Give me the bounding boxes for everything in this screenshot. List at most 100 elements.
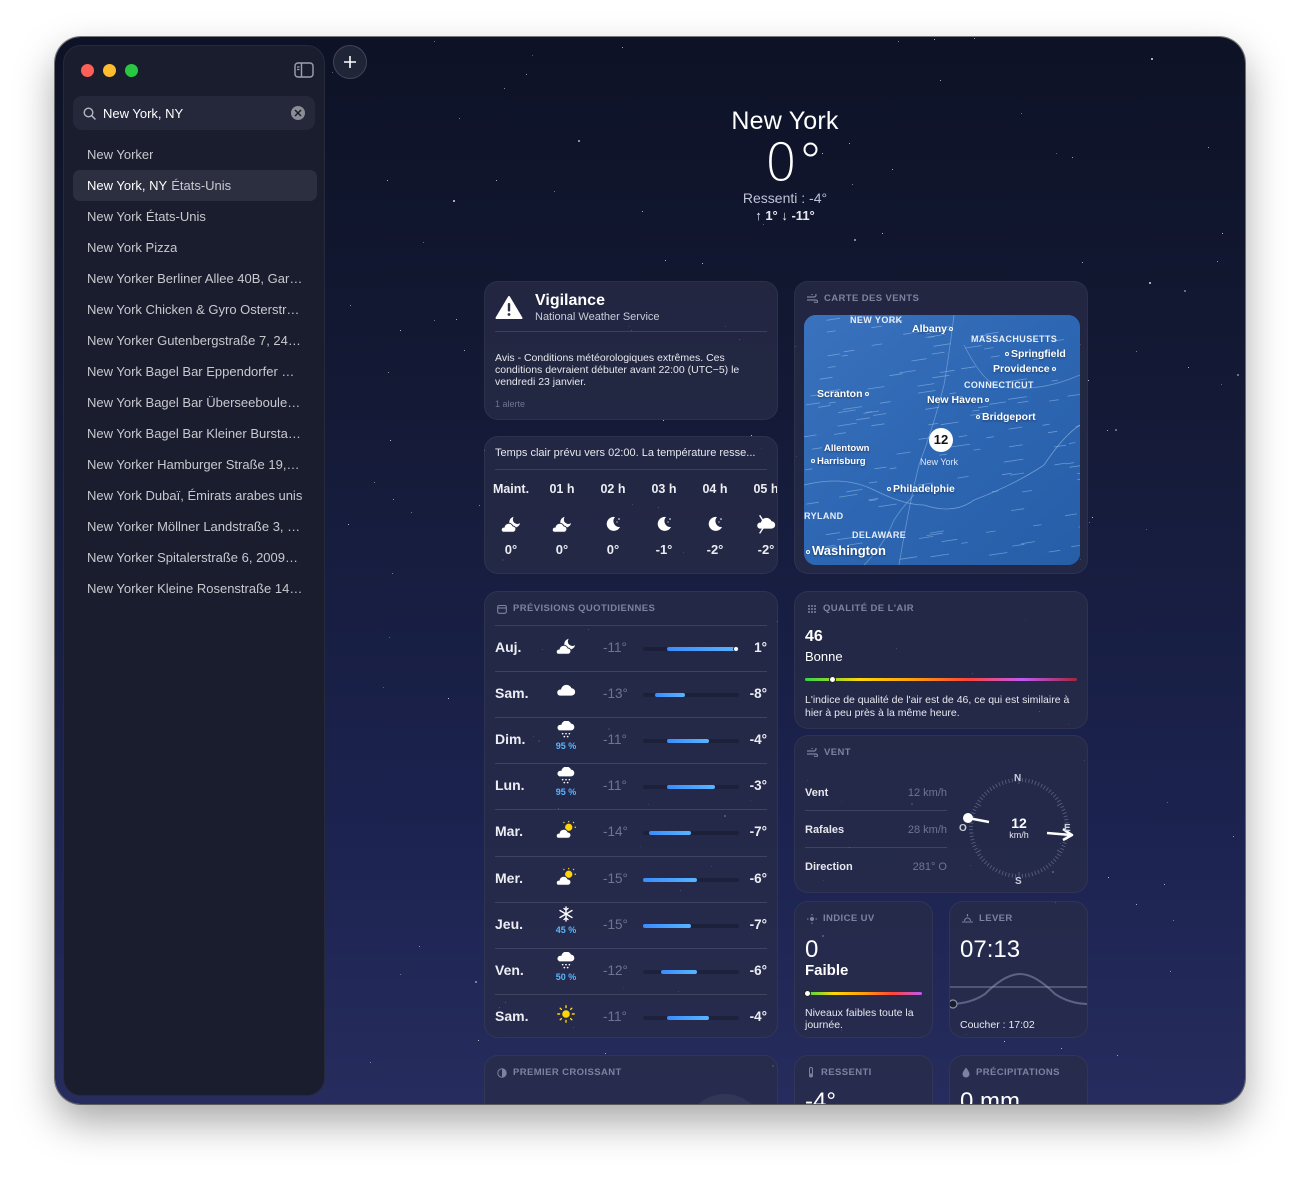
scroll-right-icon[interactable]: 〉 [758, 509, 777, 538]
search-result-item[interactable]: New York Bagel Bar Eppendorfer Bau... [73, 356, 317, 387]
daily-row[interactable]: Mar. -14° -7° [495, 809, 767, 855]
search-result-item[interactable]: New Yorker Berliner Allee 40B, Garste... [73, 263, 317, 294]
sidebar-toggle-icon[interactable] [294, 62, 314, 78]
vigilance-card[interactable]: Vigilance National Weather Service Avis … [484, 281, 778, 420]
high-temperature: -6° [749, 870, 767, 886]
search-result-item[interactable]: New York Bagel Bar Überseeboulevar... [73, 387, 317, 418]
daily-row[interactable]: Dim. 95 % -11° -4° [495, 717, 767, 763]
day-label: Dim. [495, 731, 526, 748]
search-result-item[interactable]: New Yorker Möllner Landstraße 3, 22... [73, 511, 317, 542]
sunrise-card[interactable]: LEVER 07:13 Coucher : 17:02 [949, 901, 1088, 1038]
daily-row[interactable]: Lun. 95 % -11° -3° [495, 763, 767, 809]
day-label: Sam. [495, 1007, 529, 1024]
air-quality-indicator [829, 676, 837, 683]
search-input[interactable] [103, 105, 283, 121]
daily-row[interactable]: Ven. 50 % -12° -6° [495, 947, 767, 994]
search-result-item[interactable]: New York Pizza [73, 232, 317, 263]
cloud-icon [553, 682, 579, 705]
feels-header: RESSENTI [807, 1067, 872, 1078]
wind-compass: N E S O 12 km/h [959, 768, 1079, 888]
air-quality-card[interactable]: QUALITÉ DE L'AIR 46 Bonne L'indice de qu… [794, 591, 1088, 729]
precipitation-card[interactable]: PRÉCIPITATIONS 0 mm [949, 1055, 1088, 1104]
air-quality-value: 46 [805, 628, 823, 645]
partly-sunny-icon [553, 867, 579, 892]
daily-row[interactable]: Sam. -13° -8° [495, 671, 767, 717]
moon-phase-card[interactable]: PREMIER CROISSANT [484, 1055, 778, 1104]
uv-header: INDICE UV [807, 913, 875, 924]
low-temperature: -14° [603, 824, 628, 840]
search-result-item[interactable]: New York Chicken & Gyro Osterstraß... [73, 294, 317, 325]
search-result-item[interactable]: New York États-Unis [73, 201, 317, 232]
map-label: Washington [804, 543, 886, 558]
map-label: Harrisburg [809, 456, 866, 467]
temperature-range-bar [643, 923, 739, 928]
temperature-range-bar [643, 693, 739, 698]
fullscreen-window-button[interactable] [125, 64, 138, 77]
uv-index-card[interactable]: INDICE UV 0 Faible Niveaux faibles toute… [794, 901, 933, 1038]
hour-label: 05 h [753, 482, 778, 496]
moon-header: PREMIER CROISSANT [497, 1067, 622, 1078]
hourly-item: 04 h -2° [690, 482, 740, 557]
map-label: Providence [993, 363, 1058, 375]
low-temperature: -15° [603, 916, 628, 932]
warning-icon [495, 296, 523, 319]
search-field[interactable] [73, 96, 315, 130]
uv-indicator [804, 990, 811, 997]
map-label: Springfield [1003, 348, 1066, 360]
minimize-window-button[interactable] [103, 64, 116, 77]
add-location-button[interactable] [333, 45, 367, 79]
snow-cloud-icon: 95 % [553, 766, 579, 797]
search-result-item[interactable]: New Yorker Spitalerstraße 6, 20095... [73, 542, 317, 573]
uv-text: Niveaux faibles toute la journée. [805, 1007, 914, 1031]
clear-search-icon[interactable] [291, 106, 305, 120]
air-quality-title: QUALITÉ DE L'AIR [823, 603, 914, 614]
close-window-button[interactable] [81, 64, 94, 77]
hour-temperature: -2° [706, 542, 724, 557]
search-result-title: New York [87, 209, 142, 224]
uv-scale [805, 992, 922, 995]
hourly-item: 02 h 0° [588, 482, 638, 557]
search-result-title: New York Chicken & Gyro Osterstraß... [87, 302, 303, 317]
search-icon [83, 106, 96, 120]
sidebar: New YorkerNew York, NYÉtats-UnisNew York… [63, 45, 325, 1096]
search-result-item[interactable]: New York, NY États-Unis [73, 170, 317, 201]
low-temperature: -11° [603, 640, 627, 655]
wind-map[interactable]: NEW YORK Albany MASSACHUSETTS Springfiel… [804, 315, 1080, 565]
map-label: Allentown [824, 443, 870, 454]
sun-icon [553, 1004, 579, 1028]
daily-row[interactable]: Sam. -11° -4° [495, 993, 767, 1040]
wind-speed-row: Vent 12 km/h [805, 774, 947, 811]
moon-icon [588, 510, 638, 538]
search-result-item[interactable]: New Yorker [73, 139, 317, 170]
map-label: DELAWARE [852, 530, 907, 540]
daily-row[interactable]: Jeu. 45 % -15° -7° [495, 901, 767, 948]
search-result-item[interactable]: New Yorker Kleine Rosenstraße 14, 2... [73, 573, 317, 604]
daily-forecast-card[interactable]: PRÉVISIONS QUOTIDIENNES Auj. -11° 1° Sam. -1… [484, 591, 778, 1038]
feels-like-card[interactable]: RESSENTI -4° [794, 1055, 933, 1104]
search-result-title: New York Bagel Bar Eppendorfer Bau... [87, 364, 303, 379]
wind-map-card[interactable]: CARTE DES VENTS NEW YORK Albany MASSACHU… [794, 281, 1088, 574]
wind-map-title: CARTE DES VENTS [824, 293, 920, 304]
plus-icon [344, 56, 356, 68]
temperature-range-bar [643, 646, 739, 652]
hourly-item: Maint. 0° [486, 482, 536, 557]
temperature-range-bar [643, 739, 739, 744]
temperature-range-bar [643, 877, 739, 882]
map-label: New Haven [927, 394, 991, 406]
search-result-item[interactable]: New York Bagel Bar Kleiner Burstah 1,... [73, 418, 317, 449]
search-result-subtitle: États-Unis [145, 209, 206, 224]
search-result-item[interactable]: New Yorker Hamburger Straße 19, 22... [73, 449, 317, 480]
daily-row[interactable]: Mer. -15° -6° [495, 855, 767, 902]
daily-row[interactable]: Auj. -11° 1° [495, 625, 767, 671]
wind-card[interactable]: VENT Vent 12 km/h Rafales 28 km/h Direct… [794, 735, 1088, 893]
hourly-item: 03 h -1° [639, 482, 689, 557]
search-result-item[interactable]: New York Dubaï, Émirats arabes unis [73, 480, 317, 511]
precip-chance: 95 % [555, 741, 577, 752]
temperature-range-bar [643, 969, 739, 974]
air-quality-category: Bonne [805, 649, 843, 664]
hour-label: 02 h [600, 482, 626, 496]
compass-north: N [1014, 773, 1022, 784]
air-quality-icon [808, 604, 816, 613]
hourly-forecast-card[interactable]: Temps clair prévu vers 02:00. La tempéra… [484, 436, 778, 574]
search-result-item[interactable]: New Yorker Gutenbergstraße 7, 2455... [73, 325, 317, 356]
